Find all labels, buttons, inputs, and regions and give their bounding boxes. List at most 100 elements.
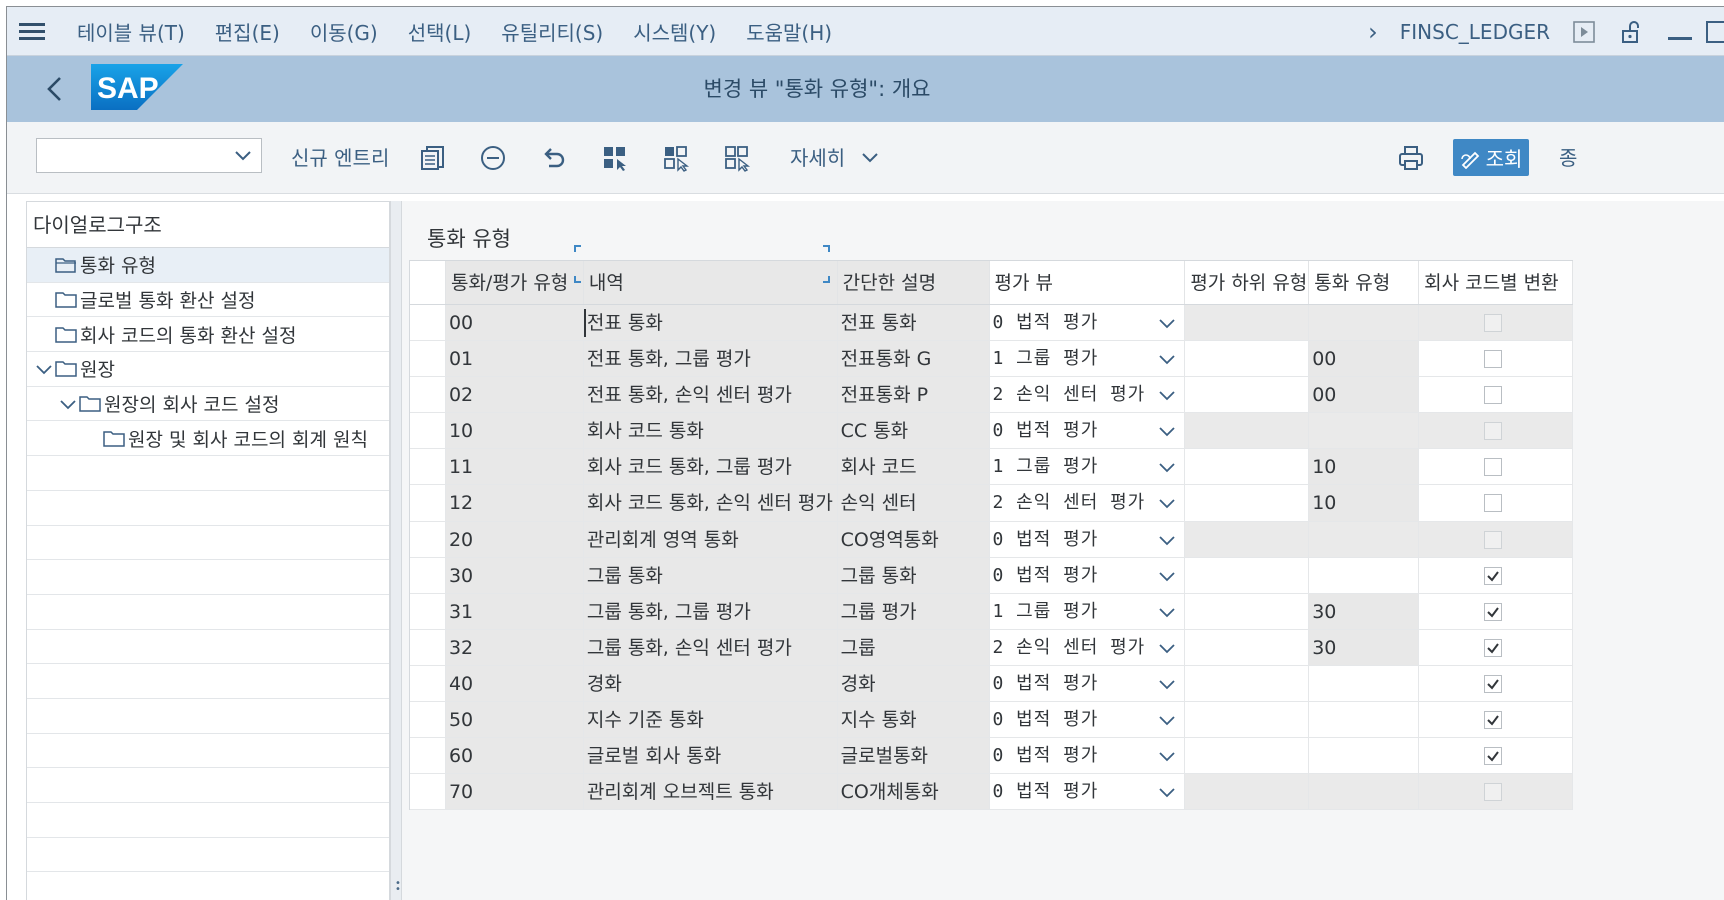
column-header-type[interactable]: 통화/평가 유형	[445, 261, 584, 304]
cell-currency-type[interactable]: 30	[1309, 629, 1420, 665]
valuation-view-dropdown[interactable]: 2 손익 센터 평가	[989, 485, 1186, 521]
chevron-right-icon[interactable]: ›	[1368, 18, 1378, 46]
cell-short-description[interactable]: CO영역통화	[837, 521, 990, 557]
cell-description[interactable]: 회사 코드 통화, 그룹 평가	[583, 449, 838, 485]
conversion-checkbox[interactable]	[1484, 386, 1503, 405]
row-selector[interactable]	[410, 413, 446, 449]
tree-item[interactable]: 원장 및 회사 코드의 회계 원칙	[27, 421, 389, 457]
cell-description[interactable]: 회사 코드 통화	[583, 413, 838, 449]
menu-system[interactable]: 시스템(Y)	[633, 17, 716, 46]
cell-description[interactable]: 관리회계 영역 통화	[583, 521, 838, 557]
valuation-view-dropdown[interactable]: 1 그룹 평가	[989, 449, 1186, 485]
deselect-all-icon[interactable]	[723, 144, 751, 172]
cell-currency-type[interactable]	[1309, 305, 1420, 341]
row-selector[interactable]	[410, 305, 446, 341]
chevron-down-icon[interactable]	[1158, 783, 1176, 801]
cell-description[interactable]: 그룹 통화, 손익 센터 평가	[583, 629, 838, 665]
display-button[interactable]: 조회	[1453, 139, 1529, 176]
cell-currency-type[interactable]: 10	[1309, 485, 1420, 521]
chevron-down-icon[interactable]	[33, 360, 55, 378]
table-row[interactable]: 50 지수 기준 통화 지수 통화 0 법적 평가	[410, 702, 1573, 739]
select-block-icon[interactable]	[662, 144, 690, 172]
chevron-down-icon[interactable]	[1158, 494, 1176, 512]
table-row[interactable]: 32 그룹 통화, 손익 센터 평가 그룹 2 손익 센터 평가 30	[410, 629, 1573, 666]
cell-currency-type[interactable]: 00	[1309, 377, 1420, 413]
row-selector[interactable]	[410, 665, 446, 702]
table-row[interactable]: 30 그룹 통화 그룹 통화 0 법적 평가	[410, 557, 1573, 594]
print-icon[interactable]	[1397, 144, 1425, 172]
cell-currency-type[interactable]	[1309, 774, 1420, 810]
cell-description[interactable]: 지수 기준 통화	[583, 702, 838, 738]
chevron-down-icon[interactable]	[1158, 350, 1176, 368]
cell-description[interactable]: 전표 통화	[583, 305, 838, 341]
cell-valuation-subtype[interactable]	[1185, 521, 1310, 557]
cell-description[interactable]: 그룹 통화, 그룹 평가	[583, 593, 838, 629]
cell-currency-type[interactable]: 10	[1309, 449, 1420, 485]
conversion-checkbox[interactable]	[1484, 674, 1503, 693]
row-selector[interactable]	[410, 377, 446, 413]
column-header-currency-type[interactable]: 통화 유형	[1309, 261, 1420, 304]
conversion-checkbox[interactable]	[1484, 350, 1503, 369]
menu-table-view[interactable]: 테이블 뷰(T)	[77, 17, 185, 46]
cell-short-description[interactable]: 그룹 통화	[837, 557, 990, 593]
cell-currency-type[interactable]: 00	[1309, 341, 1420, 377]
table-row[interactable]: 11 회사 코드 통화, 그룹 평가 회사 코드 1 그룹 평가 10	[410, 449, 1573, 486]
cell-valuation-subtype[interactable]	[1185, 593, 1310, 629]
cell-currency-type[interactable]	[1309, 738, 1420, 774]
maximize-icon[interactable]	[1706, 20, 1724, 43]
cut-off-toolbar-item[interactable]: 종	[1559, 122, 1577, 194]
panel-splitter[interactable]: • •	[390, 201, 402, 900]
valuation-view-dropdown[interactable]: 2 손익 센터 평가	[989, 629, 1186, 665]
valuation-view-dropdown[interactable]: 2 손익 센터 평가	[989, 377, 1186, 413]
delete-minus-icon[interactable]	[479, 144, 507, 172]
conversion-checkbox[interactable]	[1484, 458, 1503, 477]
column-header-cocode-conversion[interactable]: 회사 코드별 변환	[1419, 261, 1573, 304]
row-selector[interactable]	[410, 485, 446, 521]
copy-as-icon[interactable]	[419, 144, 447, 172]
chevron-down-icon[interactable]	[1158, 603, 1176, 621]
cell-short-description[interactable]: 글로벌통화	[837, 738, 990, 774]
cell-valuation-subtype[interactable]	[1185, 305, 1310, 341]
cell-valuation-subtype[interactable]	[1185, 738, 1310, 774]
table-row[interactable]: 31 그룹 통화, 그룹 평가 그룹 평가 1 그룹 평가 30	[410, 593, 1573, 630]
cell-description[interactable]: 회사 코드 통화, 손익 센터 평가	[583, 485, 838, 521]
table-row[interactable]: 40 경화 경화 0 법적 평가	[410, 665, 1573, 703]
tree-item[interactable]: 원장의 회사 코드 설정	[27, 387, 389, 422]
cell-valuation-subtype[interactable]	[1185, 629, 1310, 665]
table-row[interactable]: 00 전표 통화 전표 통화 0 법적 평가	[410, 305, 1573, 342]
cell-currency-type[interactable]	[1309, 557, 1420, 593]
cell-short-description[interactable]: CO개체통화	[837, 774, 990, 810]
cell-short-description[interactable]: 지수 통화	[837, 702, 990, 738]
valuation-view-dropdown[interactable]: 0 법적 평가	[989, 738, 1186, 774]
cell-description[interactable]: 경화	[583, 665, 838, 702]
tree-item[interactable]: 원장	[27, 352, 389, 387]
column-header-short-description[interactable]: 간단한 설명	[837, 261, 990, 304]
cell-valuation-subtype[interactable]	[1185, 702, 1310, 738]
play-icon[interactable]	[1572, 20, 1596, 44]
cell-short-description[interactable]: 손익 센터	[837, 485, 990, 521]
chevron-down-icon[interactable]	[1158, 711, 1176, 729]
unlock-icon[interactable]	[1620, 20, 1644, 44]
chevron-down-icon[interactable]	[1158, 639, 1176, 657]
conversion-checkbox[interactable]	[1484, 711, 1503, 730]
row-selector[interactable]	[410, 521, 446, 557]
cell-short-description[interactable]: 전표통화 P	[837, 377, 990, 413]
menu-goto[interactable]: 이동(G)	[310, 17, 378, 46]
command-field[interactable]	[36, 138, 262, 173]
select-all-icon[interactable]	[601, 144, 629, 172]
cell-short-description[interactable]: 전표통화 G	[837, 341, 990, 377]
back-arrow-icon[interactable]	[41, 74, 71, 104]
row-selector[interactable]	[410, 774, 446, 810]
cell-valuation-subtype[interactable]	[1185, 665, 1310, 702]
conversion-checkbox[interactable]	[1484, 494, 1503, 513]
tree-item[interactable]: 회사 코드의 통화 환산 설정	[27, 317, 389, 353]
row-selector[interactable]	[410, 449, 446, 485]
table-row[interactable]: 70 관리회계 오브젝트 통화 CO개체통화 0 법적 평가	[410, 774, 1573, 811]
valuation-view-dropdown[interactable]: 0 법적 평가	[989, 557, 1186, 593]
table-row[interactable]: 60 글로벌 회사 통화 글로벌통화 0 법적 평가	[410, 738, 1573, 775]
menu-utilities[interactable]: 유틸리티(S)	[501, 17, 603, 46]
cell-currency-type[interactable]: 30	[1309, 593, 1420, 629]
conversion-checkbox[interactable]	[1484, 638, 1503, 657]
menu-help[interactable]: 도움말(H)	[746, 17, 832, 46]
new-entries-button[interactable]: 신규 엔트리	[291, 122, 389, 194]
